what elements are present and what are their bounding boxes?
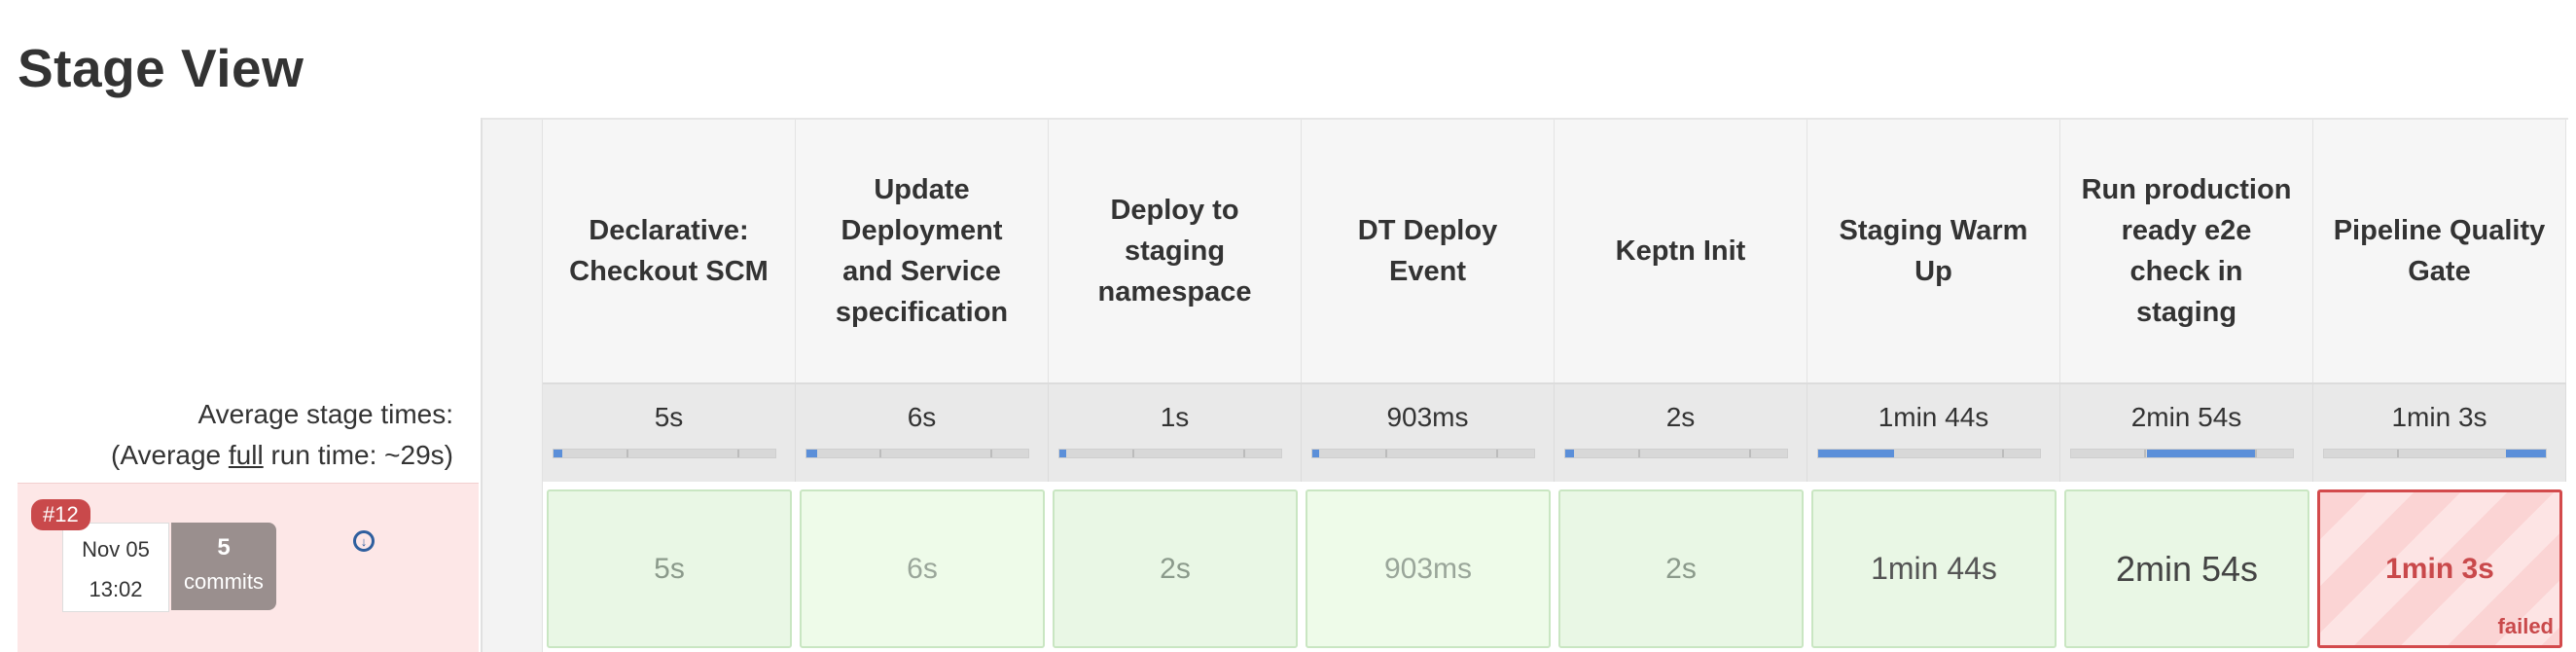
progress-fill <box>806 450 818 457</box>
download-icon[interactable]: ↓ <box>353 530 375 552</box>
stage-average-time: 903ms <box>1386 402 1469 432</box>
stage-cell-success[interactable]: 2s <box>1558 489 1804 648</box>
stage-average-time: 2s <box>1665 402 1696 432</box>
stage-header: DT Deploy Event <box>1302 120 1555 382</box>
progress-fill <box>2505 450 2546 457</box>
stage-header: Update Deployment and Service specificat… <box>796 120 1049 382</box>
stage-average: 1min 44s <box>1807 382 2060 482</box>
stage-cell-success[interactable]: 2min 54s <box>2064 489 2309 648</box>
progress-tick <box>2397 450 2400 457</box>
stage-average: 2min 54s <box>2060 382 2313 482</box>
build-date: Nov 05 13:02 <box>62 523 169 612</box>
average-full-run-time-label: (Average full run time: ~29s) <box>0 440 453 471</box>
stage-cell-failed[interactable]: 1min 3s failed <box>2317 489 2562 648</box>
stage-run-time: 6s <box>907 552 938 585</box>
stage-average-time: 2min 54s <box>2130 402 2242 432</box>
progress-tick <box>990 450 993 457</box>
stage-column: Declarative: Checkout SCM 5s 5s <box>543 120 796 652</box>
stage-header: Declarative: Checkout SCM <box>543 120 796 382</box>
stage-progress-bar <box>805 449 1029 458</box>
stage-average: 1min 3s <box>2313 382 2566 482</box>
progress-fill <box>1565 450 1575 457</box>
stage-column: Update Deployment and Service specificat… <box>796 120 1049 652</box>
commits-label: commits <box>184 569 264 594</box>
stage-header: Run production ready e2e check in stagin… <box>2060 120 2313 382</box>
stage-run-time: 1min 44s <box>1871 551 1997 586</box>
avg-full-prefix: (Average <box>111 440 229 470</box>
progress-tick <box>1243 450 1246 457</box>
stage-progress-bar <box>2323 449 2547 458</box>
commits-button[interactable]: 5 commits <box>171 523 276 610</box>
stage-column: Run production ready e2e check in stagin… <box>2060 120 2313 652</box>
progress-fill <box>554 450 563 457</box>
stage-header: Keptn Init <box>1555 120 1807 382</box>
stage-column: Pipeline Quality Gate 1min 3s 1min 3s faile… <box>2313 120 2566 652</box>
stage-average: 1s <box>1049 382 1302 482</box>
stage-progress-bar <box>1058 449 1282 458</box>
progress-tick <box>2255 450 2258 457</box>
stage-grid: Declarative: Checkout SCM 5s 5s Update Depl… <box>481 118 2568 652</box>
commits-count: 5 <box>217 534 231 561</box>
stage-cell-success[interactable]: 903ms <box>1306 489 1551 648</box>
stage-cell-success[interactable]: 5s <box>547 489 792 648</box>
stage-progress-bar <box>2070 449 2294 458</box>
average-stage-times-label: Average stage times: <box>197 399 453 429</box>
build-number-badge[interactable]: #12 <box>31 499 90 530</box>
stage-run-time: 903ms <box>1383 552 1473 585</box>
progress-fill <box>2146 450 2256 457</box>
progress-tick <box>626 450 629 457</box>
stage-run-time: 2s <box>1665 552 1697 585</box>
stage-column: Deploy to staging namespace 1s 2s <box>1049 120 1302 652</box>
stage-header: Staging Warm Up <box>1807 120 2060 382</box>
progress-fill <box>1312 450 1319 457</box>
failed-status-label: failed <box>2497 614 2554 638</box>
full-link[interactable]: full <box>229 440 264 470</box>
stage-header: Pipeline Quality Gate <box>2313 120 2566 382</box>
stage-run-time: 5s <box>654 552 685 585</box>
stage-average-time: 1min 44s <box>1878 402 1989 432</box>
stage-column: Keptn Init 2s 2s <box>1555 120 1807 652</box>
grid-gutter <box>483 120 543 652</box>
build-date-day: Nov 05 <box>82 537 150 561</box>
stage-header: Deploy to staging namespace <box>1049 120 1302 382</box>
progress-tick <box>737 450 740 457</box>
page-title: Stage View <box>18 38 304 98</box>
stage-run-time: 2s <box>1160 552 1191 585</box>
stage-progress-bar <box>1817 449 2041 458</box>
progress-tick <box>1749 450 1752 457</box>
stage-average-time: 5s <box>654 402 684 432</box>
stage-cell-success[interactable]: 2s <box>1053 489 1298 648</box>
stage-average: 6s <box>796 382 1049 482</box>
progress-fill <box>1059 450 1066 457</box>
progress-tick <box>2002 450 2005 457</box>
avg-full-suffix: run time: ~29s) <box>263 440 453 470</box>
stage-column: Staging Warm Up 1min 44s 1min 44s <box>1807 120 2060 652</box>
stage-cell-success[interactable]: 6s <box>800 489 1045 648</box>
progress-tick <box>1385 450 1388 457</box>
progress-tick <box>1132 450 1135 457</box>
stage-average-time: 1s <box>1160 402 1190 432</box>
stage-average: 2s <box>1555 382 1807 482</box>
stage-run-time: 2min 54s <box>2115 548 2259 589</box>
stage-cell-success[interactable]: 1min 44s <box>1811 489 2057 648</box>
stage-average: 903ms <box>1302 382 1555 482</box>
progress-fill <box>1818 450 1894 457</box>
progress-tick <box>1496 450 1499 457</box>
stage-progress-bar <box>1564 449 1788 458</box>
stage-run-time: 1min 3s <box>2385 552 2494 585</box>
stage-progress-bar <box>553 449 776 458</box>
build-date-time: 13:02 <box>89 577 143 601</box>
stage-average-time: 1min 3s <box>2391 402 2487 432</box>
stage-average-time: 6s <box>907 402 937 432</box>
progress-tick <box>1638 450 1641 457</box>
progress-tick <box>879 450 882 457</box>
stage-average: 5s <box>543 382 796 482</box>
stage-progress-bar <box>1311 449 1535 458</box>
stage-column: DT Deploy Event 903ms 903ms <box>1302 120 1555 652</box>
build-row: #12 Nov 05 13:02 5 commits ↓ <box>18 483 479 652</box>
